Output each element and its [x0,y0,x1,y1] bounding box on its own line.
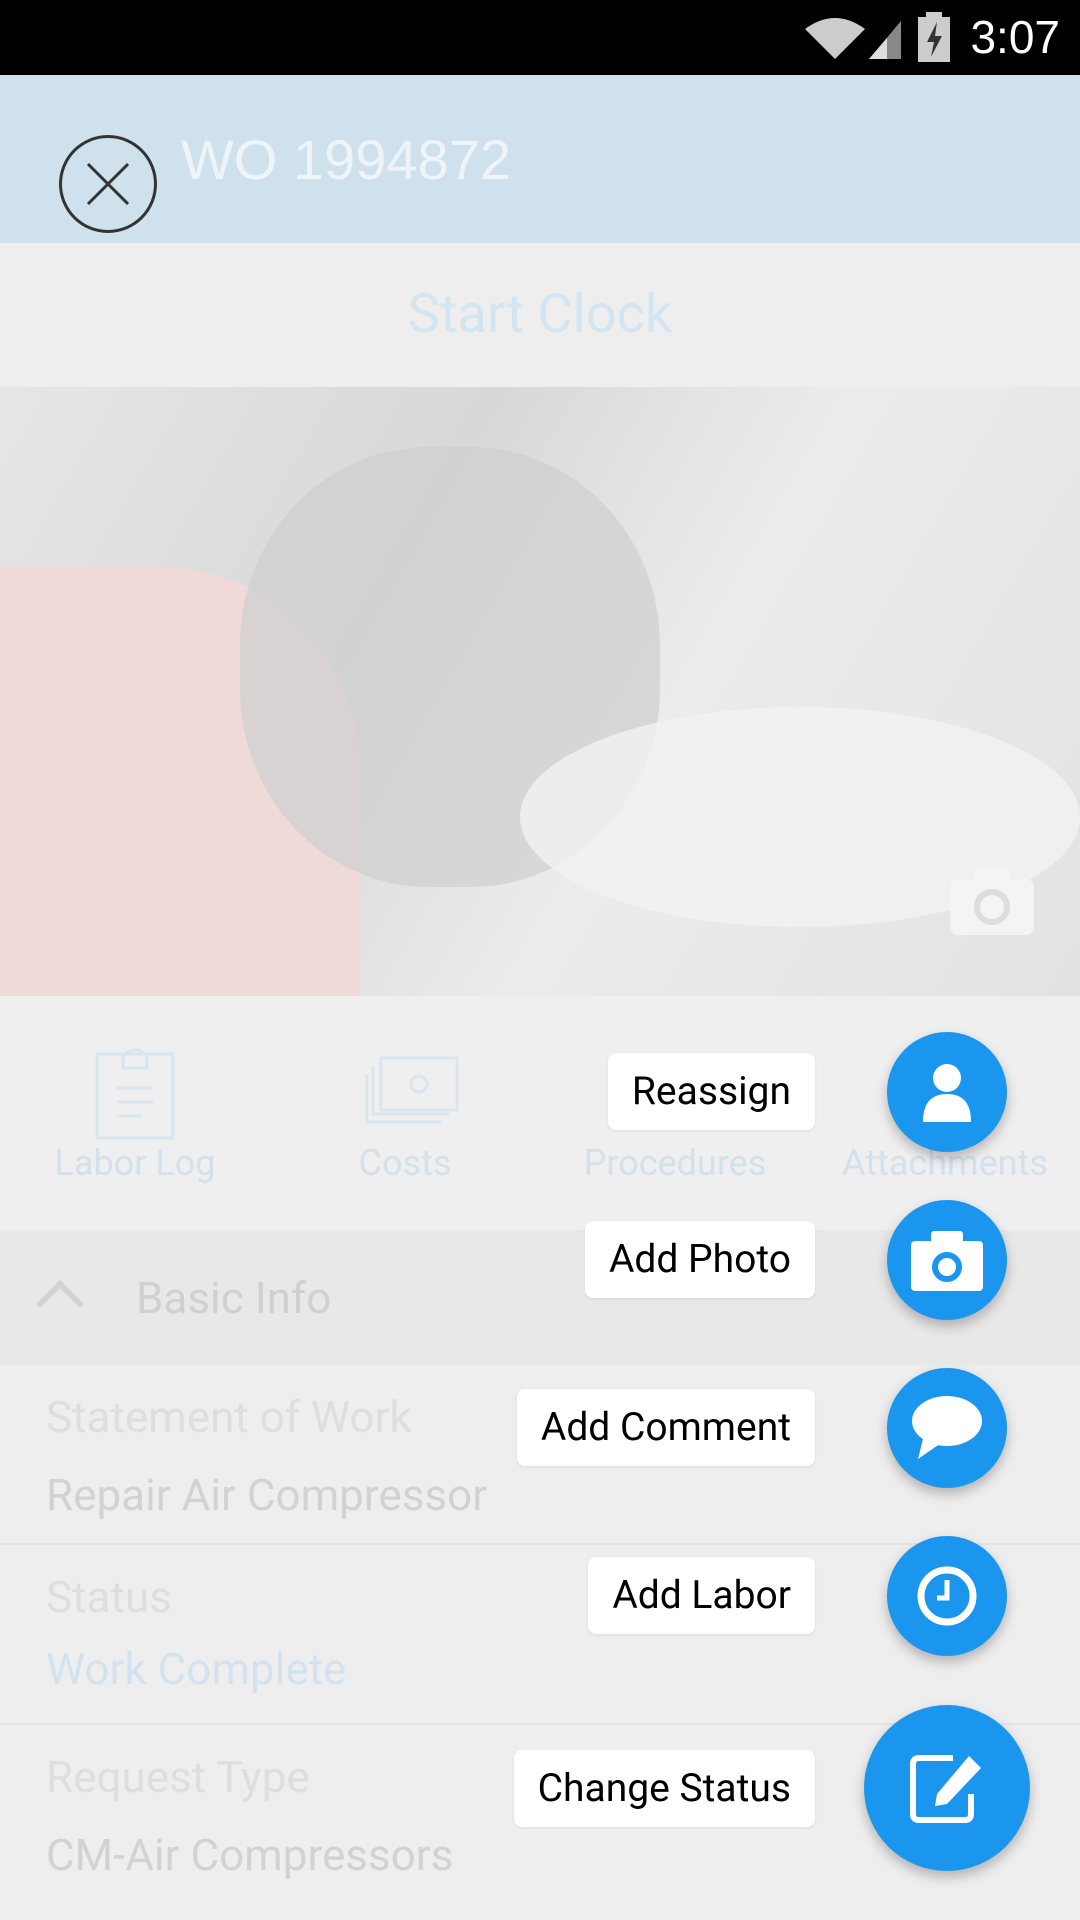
wifi-signal-icon [805,18,901,59]
field-value: CM-Air Compressors [46,1829,454,1881]
add-photo-button[interactable] [887,1200,1007,1320]
work-order-photo [0,387,1080,996]
clipboard-icon [95,1048,175,1140]
status-time: 3:07 [970,11,1060,63]
add-comment-label[interactable]: Add Comment [516,1389,815,1466]
change-status-label[interactable]: Change Status [513,1750,815,1827]
person-icon [923,1064,971,1122]
close-menu-button[interactable] [59,135,157,233]
tab-label: Labor Log [54,1142,216,1184]
comment-icon [912,1396,982,1459]
battery-charging-icon [918,12,950,62]
start-clock-button[interactable]: Start Clock [0,243,1080,387]
change-status-button[interactable] [864,1705,1030,1871]
field-label: Status [46,1571,172,1623]
edit-icon [910,1755,981,1823]
status-bar: 3:07 [0,0,1080,75]
field-label: Statement of Work [46,1391,412,1443]
page-title: WO 1994872 [181,128,511,191]
start-clock-label: Start Clock [407,283,673,346]
field-value: Repair Air Compressor [46,1469,488,1521]
tab-labor-log[interactable]: Labor Log [0,996,270,1230]
clock-icon [917,1566,977,1626]
tab-costs[interactable]: Costs [270,996,540,1230]
reassign-label[interactable]: Reassign [607,1053,815,1130]
section-title: Basic Info [136,1272,332,1324]
tab-label: Costs [358,1142,452,1184]
app-bar: WO 1994872 [0,75,1080,243]
camera-icon [911,1231,983,1291]
add-labor-label[interactable]: Add Labor [588,1557,815,1634]
tab-label: Procedures [583,1142,767,1184]
add-photo-label[interactable]: Add Photo [584,1221,815,1298]
close-icon [86,162,130,206]
field-value: Work Complete [46,1643,347,1695]
add-comment-button[interactable] [887,1368,1007,1488]
chevron-up-icon [35,1279,85,1309]
add-labor-button[interactable] [887,1536,1007,1656]
reassign-button[interactable] [887,1032,1007,1152]
camera-icon[interactable] [950,867,1034,935]
field-label: Request Type [46,1751,310,1803]
money-icon [365,1056,459,1124]
